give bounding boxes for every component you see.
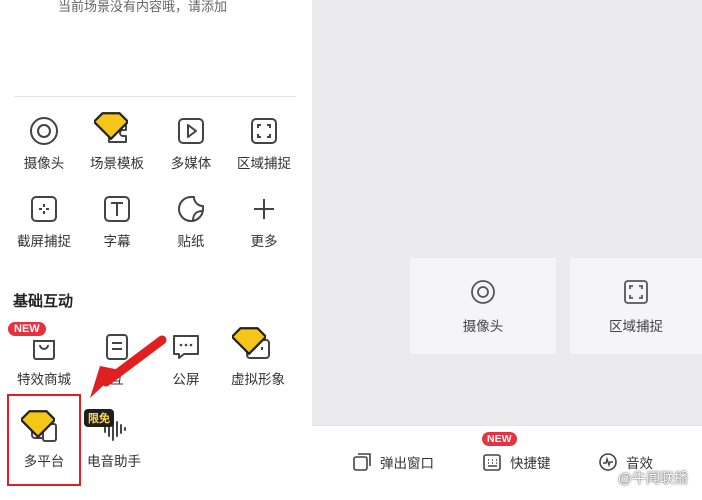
preview-card-region-capture[interactable]: 区域捕捉 bbox=[570, 258, 702, 354]
tool-camera[interactable]: 摄像头 bbox=[6, 114, 82, 172]
tool-screenshot-capture[interactable]: 截屏捕捉 bbox=[6, 192, 82, 250]
popup-window-button[interactable]: 弹出窗口 bbox=[352, 450, 434, 474]
tool-label: 摄像头 bbox=[23, 156, 65, 171]
preview-card-label: 区域捕捉 bbox=[609, 319, 663, 334]
play-icon bbox=[174, 114, 208, 148]
tool-label: 多媒体 bbox=[170, 156, 212, 171]
popup-window-label: 弹出窗口 bbox=[380, 456, 434, 471]
tool-label: 更多 bbox=[250, 234, 278, 249]
new-badge: NEW bbox=[8, 322, 46, 336]
empty-scene-hint: 当前场景没有内容哦，请添加 bbox=[58, 0, 228, 14]
tool-region-capture[interactable]: 区域捕捉 bbox=[226, 114, 302, 172]
text-icon bbox=[100, 192, 134, 226]
tool-label: 虚拟形象 bbox=[231, 372, 285, 387]
region-capture-icon bbox=[622, 278, 650, 306]
tool-virtual-avatar[interactable]: 虚拟形象 bbox=[220, 327, 296, 388]
watermark: @牛闻联播 bbox=[617, 470, 688, 486]
popup-window-icon bbox=[353, 453, 371, 471]
preview-card-label: 摄像头 bbox=[462, 319, 504, 334]
tool-label: 特效商城 bbox=[17, 372, 71, 387]
shortcut-keys-button[interactable]: 快捷键 bbox=[482, 450, 551, 474]
screenshot-icon bbox=[27, 192, 61, 226]
tool-label: 场景模板 bbox=[90, 156, 144, 171]
divider bbox=[14, 96, 296, 97]
camera-icon bbox=[469, 278, 497, 306]
section-title-basic: 基础互动 bbox=[13, 293, 74, 310]
tool-sticker[interactable]: 贴纸 bbox=[153, 192, 229, 250]
premium-gem-icon bbox=[94, 112, 128, 141]
free-badge: 限免 bbox=[84, 409, 114, 427]
shortcut-keys-label: 快捷键 bbox=[510, 456, 551, 471]
tool-scene-template[interactable]: 场景模板 bbox=[79, 112, 155, 172]
new-badge: NEW bbox=[482, 432, 517, 446]
preview-card-camera[interactable]: 摄像头 bbox=[410, 258, 556, 354]
tool-label: 贴纸 bbox=[177, 234, 205, 249]
premium-gem-icon bbox=[232, 327, 266, 356]
keyboard-icon bbox=[483, 454, 501, 471]
bottom-toolbar: NEW 弹出窗口 快捷键 音效 bbox=[312, 425, 702, 500]
tool-label: 区域捕捉 bbox=[237, 156, 291, 171]
puzzle-icon bbox=[94, 112, 134, 148]
tool-label: 电音助手 bbox=[87, 454, 141, 469]
plus-icon bbox=[247, 192, 281, 226]
sound-effect-icon bbox=[599, 453, 617, 471]
tool-subtitle[interactable]: 字幕 bbox=[79, 192, 155, 250]
camera-icon bbox=[27, 114, 61, 148]
robot-icon bbox=[232, 327, 275, 364]
tool-more[interactable]: 更多 bbox=[226, 192, 302, 250]
region-capture-icon bbox=[247, 114, 281, 148]
red-arrow-icon bbox=[90, 335, 167, 398]
tool-multimedia[interactable]: 多媒体 bbox=[153, 114, 229, 172]
highlight-box bbox=[7, 394, 81, 486]
tool-label: 截屏捕捉 bbox=[17, 234, 71, 249]
sticker-icon bbox=[174, 192, 208, 226]
tool-label: 字幕 bbox=[103, 234, 131, 249]
left-panel: 当前场景没有内容哦，请添加 摄像头 场景模板 多媒体 区域捕捉 截屏捕捉 字幕 … bbox=[0, 0, 312, 500]
tool-effects-shop[interactable]: 特效商城 bbox=[6, 330, 82, 388]
